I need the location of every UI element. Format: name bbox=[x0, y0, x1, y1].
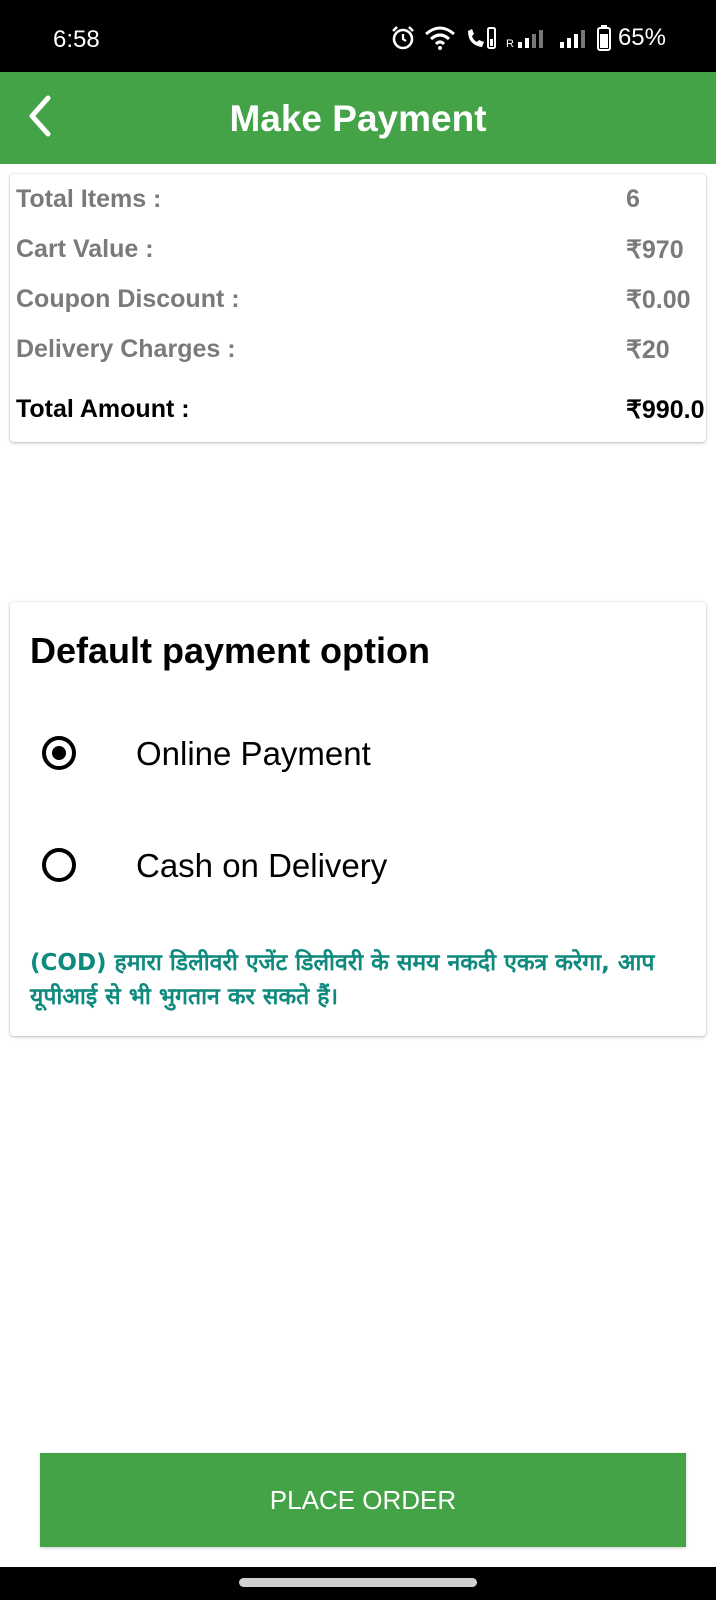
status-bar: 6:58 R 65% bbox=[0, 0, 716, 72]
radio-option-cash-on-delivery[interactable]: Cash on Delivery bbox=[28, 828, 688, 908]
summary-value: 6 bbox=[626, 185, 640, 213]
summary-value: ₹20 bbox=[626, 336, 670, 364]
signal-icon-2 bbox=[558, 25, 588, 51]
cod-note: (COD) हमारा डिलीवरी एजेंट डिलीवरी के समय… bbox=[30, 950, 655, 1010]
navigation-bar bbox=[0, 1567, 716, 1600]
wifi-call-icon bbox=[464, 25, 498, 51]
summary-value: ₹0.00 bbox=[626, 286, 691, 314]
summary-value: ₹970 bbox=[626, 236, 684, 264]
total-amount-label: Total Amount : bbox=[16, 395, 190, 423]
summary-label: Total Items : bbox=[16, 185, 162, 213]
signal-icon: R bbox=[506, 25, 550, 51]
status-time: 6:58 bbox=[53, 26, 100, 53]
radio-dot bbox=[52, 746, 66, 760]
battery-percent: 65% bbox=[617, 24, 666, 51]
radio-button-unselected[interactable] bbox=[42, 848, 76, 882]
page-title: Make Payment bbox=[229, 98, 487, 139]
svg-text:R: R bbox=[506, 38, 514, 50]
order-summary-card: Total Items : 6 Cart Value : ₹970 Coupon… bbox=[10, 174, 706, 442]
app-bar: Make Payment bbox=[0, 72, 716, 164]
radio-button-selected[interactable] bbox=[42, 736, 76, 770]
status-icons: R 65% bbox=[390, 22, 666, 54]
wifi-icon bbox=[424, 25, 456, 51]
summary-label: Cart Value : bbox=[16, 235, 154, 263]
summary-label: Delivery Charges : bbox=[16, 335, 236, 363]
alarm-icon bbox=[390, 25, 416, 51]
payment-heading: Default payment option bbox=[30, 630, 431, 671]
radio-label-cash-on-delivery: Cash on Delivery bbox=[136, 847, 388, 884]
radio-label-online-payment: Online Payment bbox=[136, 735, 371, 772]
total-amount-value: ₹990.0 bbox=[626, 396, 705, 424]
battery-icon bbox=[596, 24, 612, 52]
summary-label: Coupon Discount : bbox=[16, 285, 240, 313]
home-indicator[interactable] bbox=[239, 1578, 477, 1587]
place-order-button[interactable]: PLACE ORDER bbox=[40, 1453, 686, 1547]
payment-option-card: Default payment option Online Payment Ca… bbox=[10, 602, 706, 1036]
radio-option-online-payment[interactable]: Online Payment bbox=[28, 716, 688, 796]
